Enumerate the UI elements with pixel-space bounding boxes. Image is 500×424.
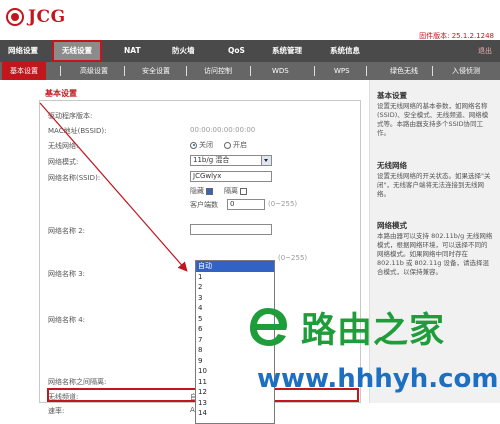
- main-nav-system-info[interactable]: 系统信息: [330, 40, 360, 62]
- main-nav-qos[interactable]: QoS: [228, 40, 245, 62]
- radio-on-label: 开启: [233, 141, 247, 149]
- channel-option[interactable]: 自动: [196, 261, 274, 272]
- main-nav-wireless[interactable]: 无线设置: [52, 40, 102, 62]
- ssid3-label: 网络名称 3:: [48, 270, 86, 278]
- sub-nav-wps[interactable]: WPS: [334, 62, 350, 80]
- channel-option[interactable]: 3: [196, 293, 274, 304]
- sub-nav-security[interactable]: 安全设置: [142, 62, 170, 80]
- jcg-logo: JCG: [6, 6, 66, 28]
- sub-nav-access-control[interactable]: 访问控制: [204, 62, 232, 80]
- sub-nav-divider: [124, 66, 125, 76]
- channel-option[interactable]: 8: [196, 345, 274, 356]
- ssid1-label: 网络名称(SSID):: [48, 174, 101, 182]
- logo-mark-icon: [6, 8, 24, 26]
- sub-nav-advanced[interactable]: 高级设置: [80, 62, 108, 80]
- radio-on-icon: [224, 141, 231, 149]
- channel-dropdown-list[interactable]: 自动 1 2 3 4 5 6 7 8 9 10 11 12 13 14: [195, 260, 275, 424]
- sub-nav-divider: [186, 66, 187, 76]
- client-count-label: 客户端数: [190, 201, 218, 209]
- channel-option[interactable]: 6: [196, 324, 274, 335]
- hide-label: 隐藏: [190, 187, 204, 195]
- help-text-basic: 设置无线网络的基本参数，如网络名称 (SSID)、安全模式、无线频道、网络模式等…: [377, 102, 489, 137]
- wireless-radio-off[interactable]: 关闭: [190, 140, 213, 150]
- isolate-label: 隔离: [224, 187, 238, 195]
- main-nav-network[interactable]: 网络设置: [8, 40, 38, 62]
- ssid2-label: 网络名称 2:: [48, 227, 86, 235]
- radio-off-icon: [190, 141, 197, 149]
- help-heading-basic: 基本设置: [377, 91, 407, 100]
- ssid1-input[interactable]: JCGwlyx: [190, 171, 272, 182]
- channel-option[interactable]: 4: [196, 303, 274, 314]
- logo-text: JCG: [28, 7, 66, 27]
- channel-option[interactable]: 7: [196, 335, 274, 346]
- sub-nav-wds[interactable]: WDS: [272, 62, 289, 80]
- sub-nav-divider: [366, 66, 367, 76]
- logout-link[interactable]: 退出: [478, 40, 492, 62]
- section-title: 基本设置: [45, 89, 77, 98]
- help-sidebar: 基本设置 设置无线网络的基本参数，如网络名称 (SSID)、安全模式、无线频道、…: [369, 80, 500, 403]
- channel-option[interactable]: 5: [196, 314, 274, 325]
- wireless-radio-on[interactable]: 开启: [224, 140, 247, 150]
- ssid2-input[interactable]: [190, 224, 272, 235]
- ssid2-range: (0~255): [278, 254, 308, 262]
- chevron-down-icon: [261, 156, 271, 165]
- client-count-input[interactable]: 0: [227, 199, 265, 210]
- sub-nav-divider: [60, 66, 61, 76]
- radio-off-label: 关闭: [199, 141, 213, 149]
- help-text-wireless: 设置无线网络的开关状态。如果选择"关闭"，无线客户端将无法连接到无线网络。: [377, 172, 491, 198]
- ssid-isolate-label: 网络名称之间隔离:: [48, 378, 107, 386]
- sub-nav-green-wireless[interactable]: 绿色无线: [390, 62, 418, 80]
- settings-panel: 驱动程序版本: MAC地址(BSSID): 00:00:00:00:00:00 …: [39, 100, 361, 424]
- rate-label: 速率:: [48, 407, 65, 415]
- main-nav-nat[interactable]: NAT: [124, 40, 141, 62]
- client-count-range: (0~255): [268, 200, 298, 208]
- sub-nav-divider: [314, 66, 315, 76]
- channel-option[interactable]: 12: [196, 387, 274, 398]
- hide-checkbox-icon: [206, 187, 213, 195]
- sub-nav-intrusion-detection[interactable]: 入侵侦测: [452, 62, 480, 80]
- driver-version-label: 驱动程序版本:: [48, 112, 93, 120]
- channel-option[interactable]: 9: [196, 356, 274, 367]
- mac-value: 00:00:00:00:00:00: [190, 126, 256, 134]
- channel-option[interactable]: 1: [196, 272, 274, 283]
- channel-option[interactable]: 2: [196, 282, 274, 293]
- sub-nav-divider: [432, 66, 433, 76]
- main-nav-system-admin[interactable]: 系统管理: [272, 40, 302, 62]
- wireless-label: 无线网络:: [48, 142, 79, 150]
- help-heading-wireless: 无线网络: [377, 161, 407, 170]
- mode-select-value: 11b/g 混合: [193, 156, 230, 164]
- main-nav-firewall[interactable]: 防火墙: [172, 40, 195, 62]
- channel-option[interactable]: 11: [196, 377, 274, 388]
- ssid4-label: 网络名称 4:: [48, 316, 86, 324]
- isolate-option[interactable]: 隔离: [224, 186, 249, 196]
- channel-option[interactable]: 10: [196, 366, 274, 377]
- channel-option[interactable]: 14: [196, 408, 274, 419]
- sub-nav: 基本设置 高级设置 安全设置 访问控制 WDS WPS 绿色无线 入侵侦测: [0, 62, 500, 80]
- main-nav: 网络设置 无线设置 NAT 防火墙 QoS 系统管理 系统信息 退出: [0, 40, 500, 62]
- mode-select[interactable]: 11b/g 混合: [190, 155, 272, 166]
- help-text-mode: 本路由器可以支持 802.11b/g 无线网络模式，根据网络环境，可以选择不同的…: [377, 232, 493, 276]
- help-heading-mode: 网络模式: [377, 221, 407, 230]
- mode-label: 网络模式:: [48, 158, 79, 166]
- mac-label: MAC地址(BSSID):: [48, 127, 107, 135]
- sub-nav-basic[interactable]: 基本设置: [2, 62, 46, 80]
- isolate-checkbox-icon: [240, 187, 247, 195]
- header: JCG 固件版本: 25.1.2.1248: [0, 0, 500, 40]
- hide-option[interactable]: 隐藏: [190, 186, 215, 196]
- sub-nav-divider: [250, 66, 251, 76]
- main-content: 基本设置 驱动程序版本: MAC地址(BSSID): 00:00:00:00:0…: [33, 80, 369, 424]
- left-gutter: [0, 80, 33, 403]
